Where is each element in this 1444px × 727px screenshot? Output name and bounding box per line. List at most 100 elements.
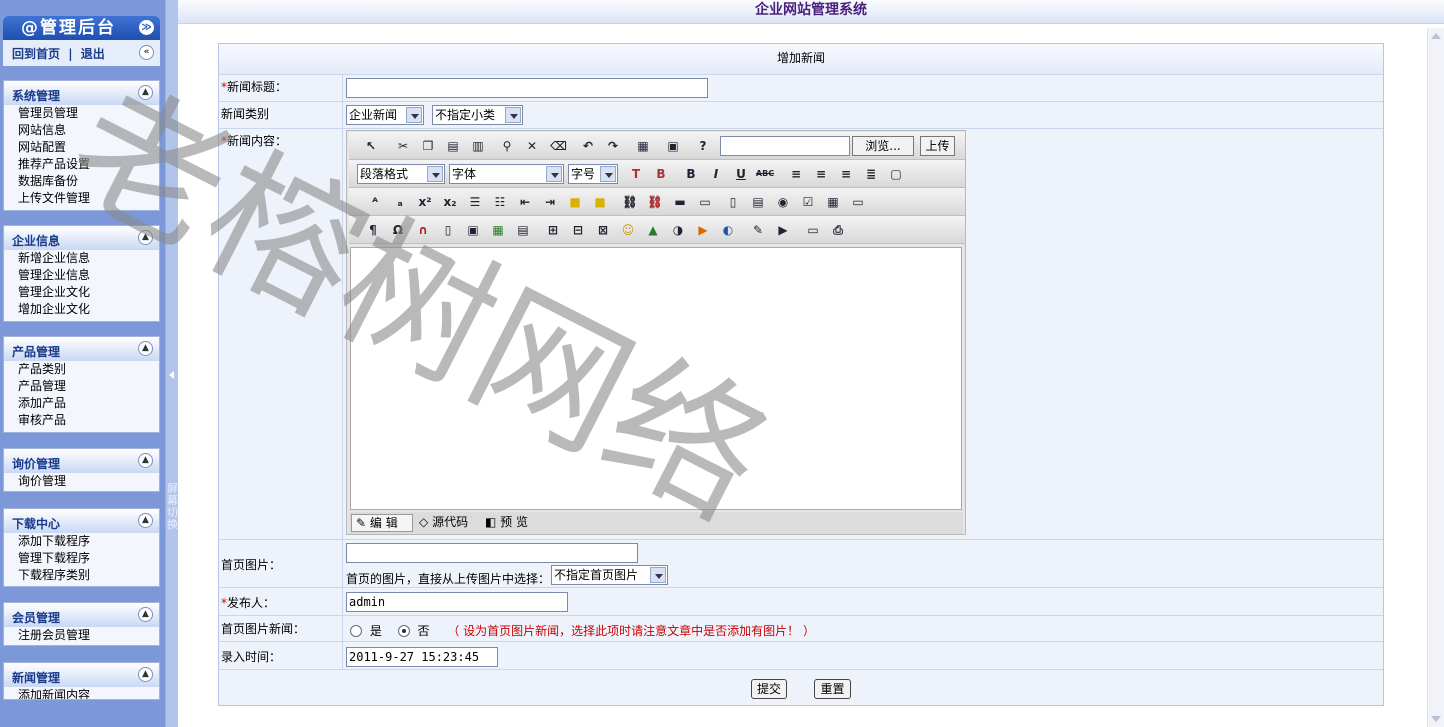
undo-icon[interactable]: ↶ (580, 138, 596, 154)
horizontal-rule-icon[interactable]: ▬ (672, 194, 688, 210)
table-icon[interactable]: ▤ (515, 222, 531, 238)
menu-header-inquiry[interactable]: 询价管理 ▲ (4, 449, 159, 473)
menu-item[interactable]: 管理企业信息 (4, 267, 159, 284)
submit-button[interactable]: 提交 (751, 679, 787, 699)
screen-switch-strip[interactable]: 屏幕切换 (165, 0, 178, 727)
paste-icon[interactable]: ▤ (445, 138, 461, 154)
align-center-icon[interactable]: ≡ (813, 166, 829, 182)
font-size-select[interactable]: 字号 (568, 164, 618, 184)
forecolor-box-icon[interactable]: ■ (567, 194, 583, 210)
chevron-up-icon[interactable]: ▲ (138, 453, 153, 468)
tab-edit[interactable]: ✎ 编 辑 (351, 514, 413, 532)
time-input[interactable]: 2011-9-27 15:23:45 (346, 647, 498, 667)
menu-item[interactable]: 上传文件管理 (4, 190, 159, 207)
strikethrough-icon[interactable]: ABC (755, 166, 775, 182)
outdent-icon[interactable]: ⇤ (517, 194, 533, 210)
collapse-arrow-icon[interactable] (169, 371, 174, 379)
code-icon[interactable]: ▭ (805, 222, 821, 238)
italic-icon[interactable]: I (708, 166, 724, 182)
chevron-up-icon[interactable]: ▲ (138, 667, 153, 682)
import-word-icon[interactable]: ▶ (775, 222, 791, 238)
upload-path-input[interactable] (720, 136, 850, 156)
menu-header-member[interactable]: 会员管理 ▲ (4, 603, 159, 627)
superscript-icon[interactable]: ᴬ (367, 194, 383, 210)
subscript-x-icon[interactable]: x₂ (442, 194, 458, 210)
chevron-up-icon[interactable]: ▲ (138, 607, 153, 622)
insert-col-icon[interactable]: ⊟ (570, 222, 586, 238)
button-field-icon[interactable]: ▭ (850, 194, 866, 210)
select-pointer-icon[interactable]: ↖ (363, 138, 379, 154)
menu-header-company[interactable]: 企业信息 ▲ (4, 226, 159, 250)
redo-icon[interactable]: ↷ (605, 138, 621, 154)
magnet-icon[interactable]: ∩ (415, 222, 431, 238)
chevron-up-icon[interactable]: ▲ (138, 513, 153, 528)
justify-icon[interactable]: ≣ (863, 166, 879, 182)
collapse-sidebar-icon[interactable]: « (139, 45, 154, 60)
print-icon[interactable]: ⎙ (830, 222, 846, 238)
scroll-up-icon[interactable] (1431, 33, 1441, 39)
upload-button[interactable]: 上传 (920, 136, 955, 156)
home-news-no-radio[interactable] (397, 625, 410, 637)
menu-item[interactable]: 下载程序类别 (4, 567, 159, 584)
image-icon[interactable]: ▲ (645, 222, 661, 238)
underline-icon[interactable]: U (733, 166, 749, 182)
news-title-input[interactable] (346, 78, 708, 98)
collapse-all-icon[interactable]: ≫ (139, 20, 154, 35)
excel-icon[interactable]: ▦ (490, 222, 506, 238)
marquee-icon[interactable]: ▭ (697, 194, 713, 210)
vertical-scrollbar[interactable] (1427, 28, 1444, 727)
menu-item[interactable]: 产品管理 (4, 378, 159, 395)
cut-icon[interactable]: ✂ (395, 138, 411, 154)
scroll-down-icon[interactable] (1431, 716, 1441, 722)
file-icon[interactable]: ✎ (750, 222, 766, 238)
menu-item[interactable]: 网站配置 (4, 139, 159, 156)
eraser-icon[interactable]: ⌫ (550, 138, 567, 154)
text-color-icon[interactable]: T (628, 166, 644, 182)
menu-header-system[interactable]: 系统管理 ▲ (4, 81, 159, 105)
checkbox-icon[interactable]: ☑ (800, 194, 816, 210)
menu-item[interactable]: 注册会员管理 (4, 627, 159, 644)
publisher-input[interactable]: admin (346, 592, 568, 612)
insert-row-icon[interactable]: ⊞ (545, 222, 561, 238)
paragraph-icon[interactable]: ¶ (365, 222, 381, 238)
emoticon-icon[interactable]: ☺ (620, 222, 636, 238)
font-select[interactable]: 字体 (449, 164, 564, 184)
home-image-input[interactable] (346, 543, 638, 563)
menu-item[interactable]: 添加下载程序 (4, 533, 159, 550)
menu-item[interactable]: 管理企业文化 (4, 284, 159, 301)
menu-item[interactable]: 产品类别 (4, 361, 159, 378)
radio-icon[interactable]: ◉ (775, 194, 791, 210)
home-image-select[interactable]: 不指定首页图片 (551, 565, 668, 585)
tab-preview[interactable]: ◧ 预 览 (483, 514, 545, 532)
chevron-up-icon[interactable]: ▲ (138, 85, 153, 100)
indent-icon[interactable]: ⇥ (542, 194, 558, 210)
calculator-icon[interactable]: ▦ (635, 138, 651, 154)
media-icon[interactable]: ▶ (695, 222, 711, 238)
template-icon[interactable]: ▣ (465, 222, 481, 238)
help-icon[interactable]: ? (695, 138, 711, 154)
menu-item[interactable]: 管理下载程序 (4, 550, 159, 567)
menu-header-download[interactable]: 下载中心 ▲ (4, 509, 159, 533)
text-field-icon[interactable]: ▯ (725, 194, 741, 210)
copy-icon[interactable]: ❐ (420, 138, 436, 154)
menu-item[interactable]: 新增企业信息 (4, 250, 159, 267)
reset-button[interactable]: 重置 (814, 679, 851, 699)
realplayer-icon[interactable]: ◐ (720, 222, 736, 238)
menu-item[interactable]: 添加新闻内容 (4, 687, 159, 699)
align-right-icon[interactable]: ≡ (838, 166, 854, 182)
chevron-up-icon[interactable]: ▲ (138, 341, 153, 356)
bold-icon[interactable]: B (683, 166, 699, 182)
backcolor-box-icon[interactable]: ■ (592, 194, 608, 210)
menu-item[interactable]: 管理员管理 (4, 105, 159, 122)
subscript-icon[interactable]: ₐ (392, 194, 408, 210)
document-icon[interactable]: ▯ (440, 222, 456, 238)
logout-link[interactable]: 退出 (81, 47, 105, 61)
home-news-yes-radio[interactable] (350, 625, 362, 637)
unlink-icon[interactable]: ⛓ (647, 194, 663, 210)
menu-header-news[interactable]: 新闻管理 ▲ (4, 663, 159, 687)
link-icon[interactable]: ⛓ (622, 194, 638, 210)
superscript-x-icon[interactable]: x² (417, 194, 433, 210)
menu-item[interactable]: 增加企业文化 (4, 301, 159, 318)
flash-icon[interactable]: ◑ (670, 222, 686, 238)
list-box-icon[interactable]: ▦ (825, 194, 841, 210)
